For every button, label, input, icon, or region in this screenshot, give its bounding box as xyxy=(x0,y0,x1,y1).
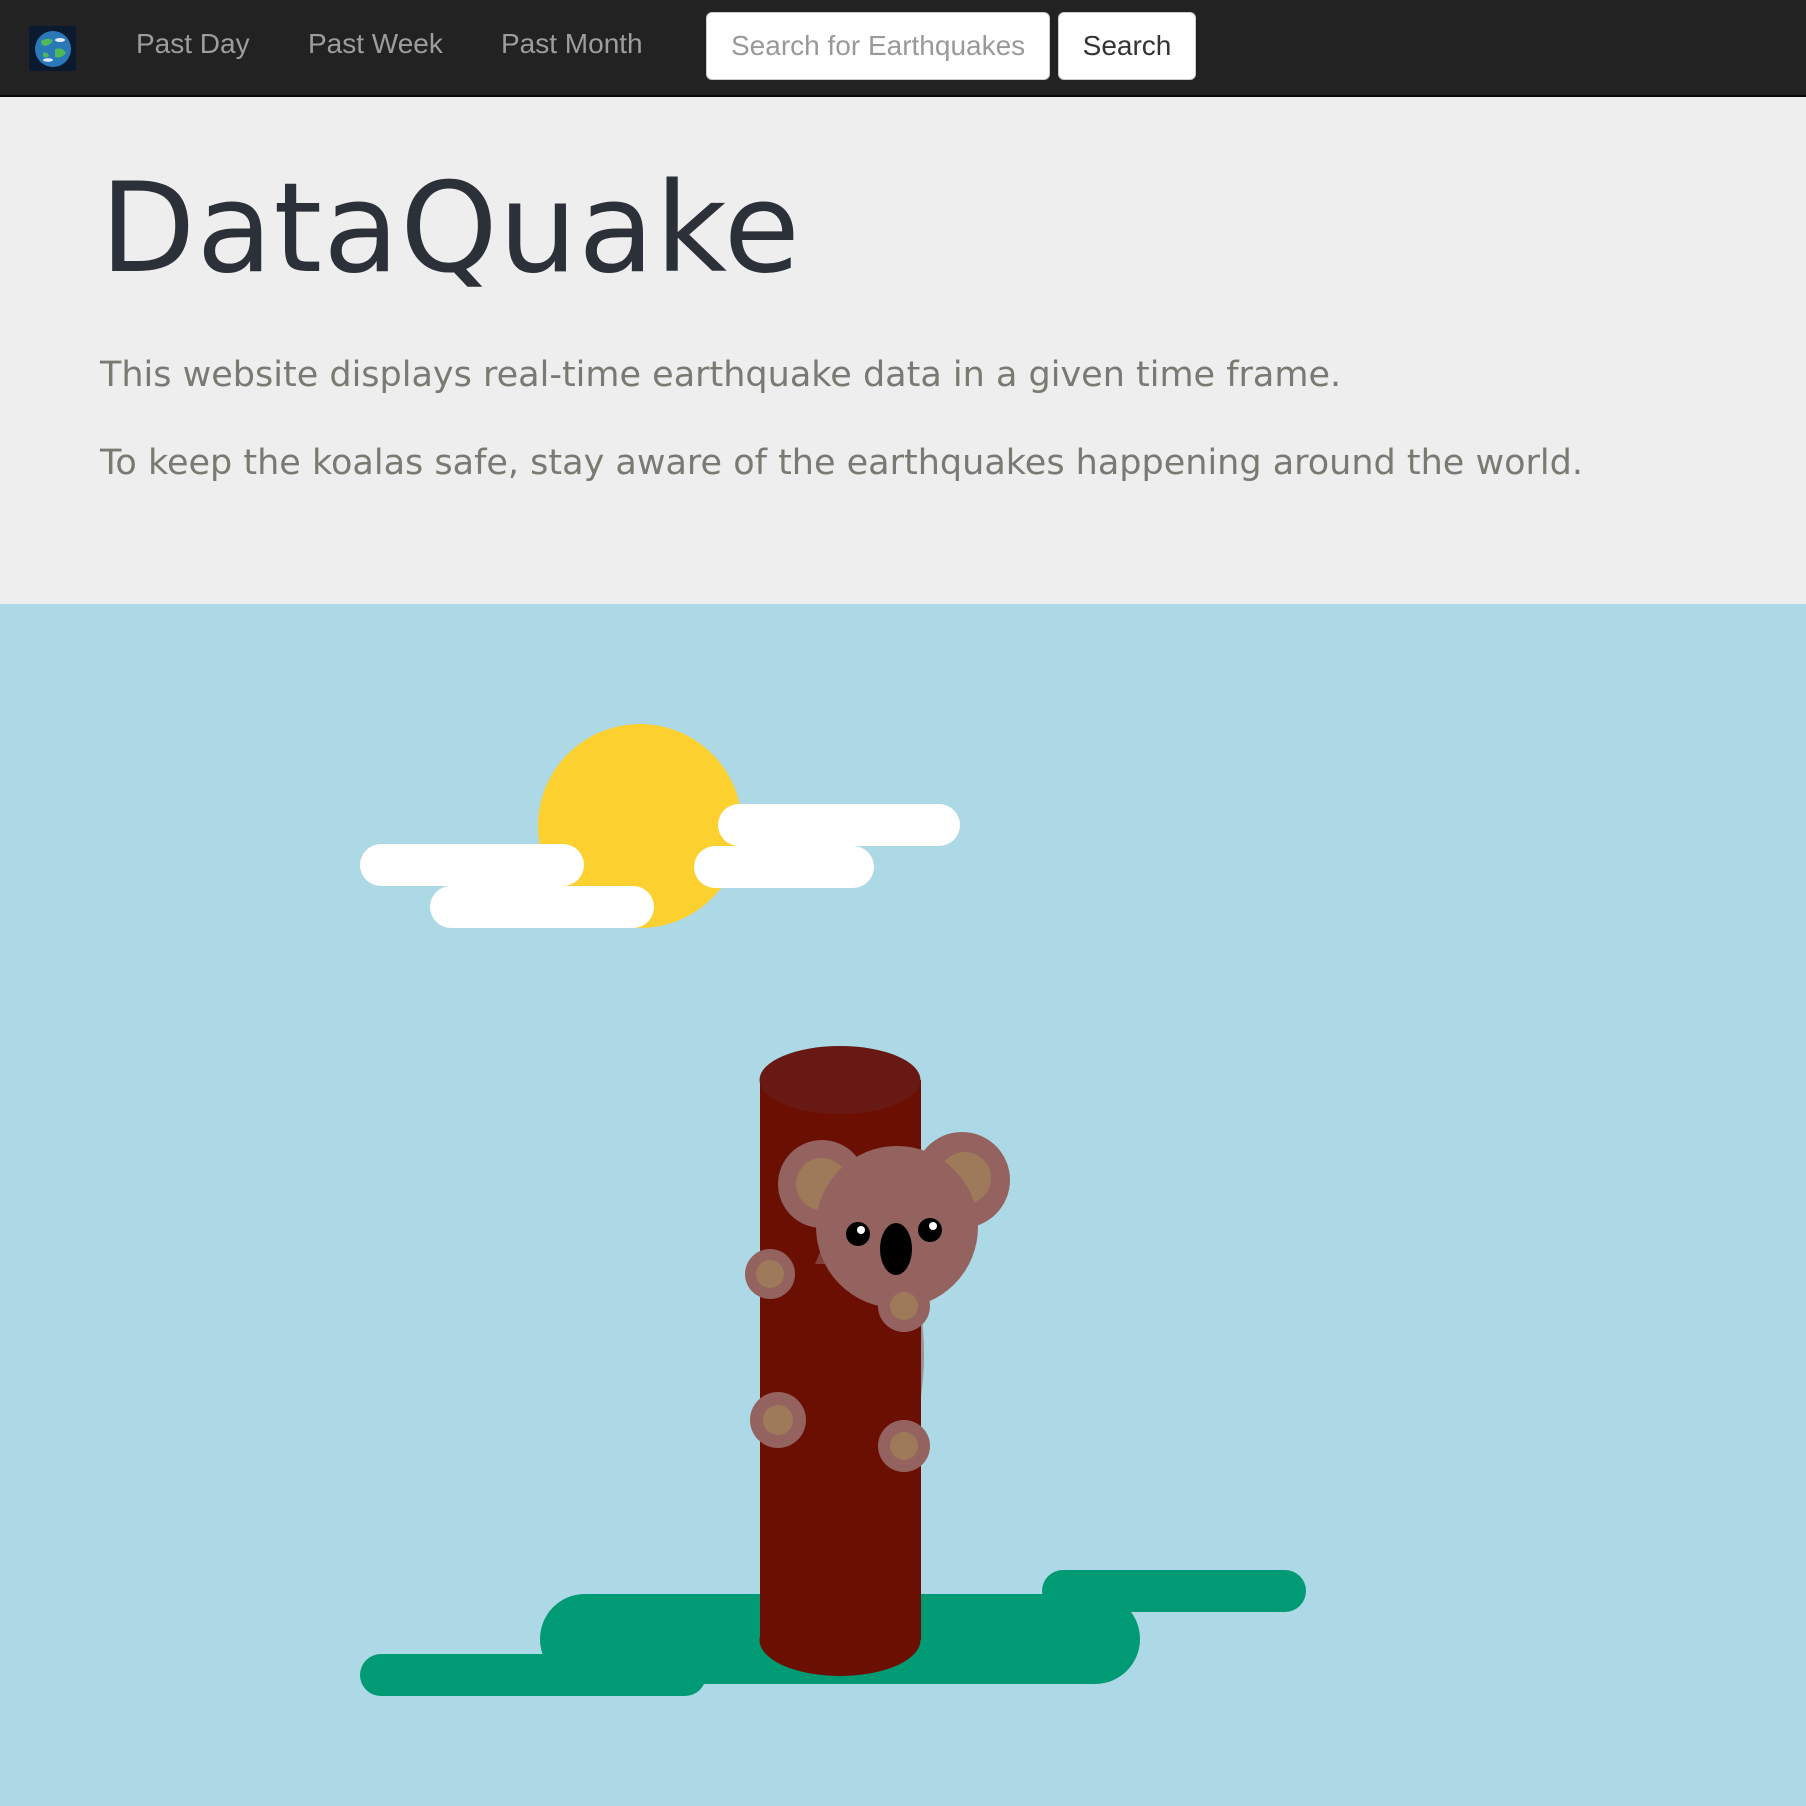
page-title: DataQuake xyxy=(100,157,801,301)
intro-line-koalas: To keep the koalas safe, stay aware of t… xyxy=(100,443,1583,483)
nav-link-past-day[interactable]: Past Day xyxy=(136,28,250,60)
navbar: Past Day Past Week Past Month Search xyxy=(0,0,1806,97)
earth-globe-graphic xyxy=(34,30,71,67)
search-button[interactable]: Search xyxy=(1058,12,1196,80)
nav-link-past-month[interactable]: Past Month xyxy=(501,28,643,60)
nav-link-past-week[interactable]: Past Week xyxy=(308,28,443,60)
hero-section: DataQuake This website displays real-tim… xyxy=(0,97,1806,604)
cloud-right xyxy=(694,804,960,888)
koala-graphic xyxy=(745,1132,1010,1624)
earth-globe-icon[interactable] xyxy=(29,26,76,71)
search-input[interactable] xyxy=(706,12,1050,80)
koala-illustration xyxy=(360,724,1306,1696)
koala-scene xyxy=(0,604,1806,1806)
intro-line-description: This website displays real-time earthqua… xyxy=(100,355,1342,395)
